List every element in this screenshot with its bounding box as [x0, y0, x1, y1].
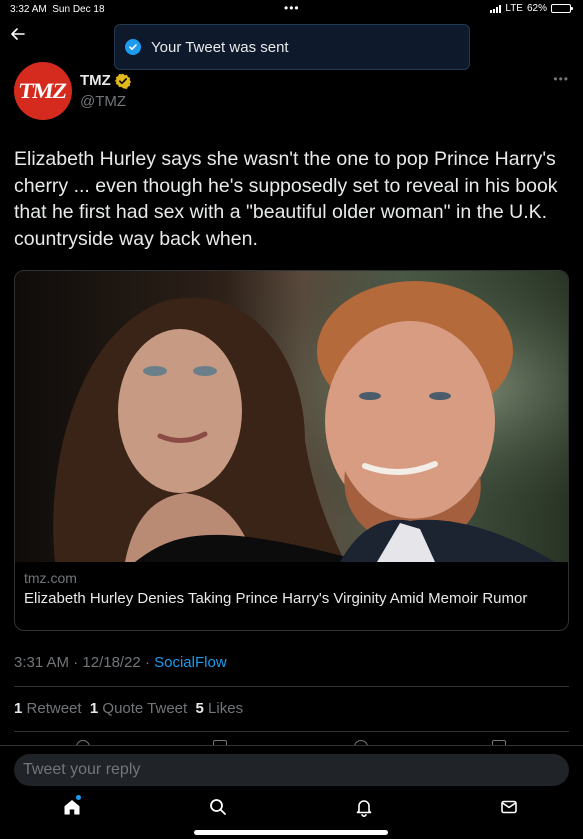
status-indicators: LTE 62%	[490, 3, 573, 14]
home-notification-dot	[76, 795, 81, 800]
quote-stat[interactable]: 1 Quote Tweet	[90, 700, 187, 717]
reply-bar: Tweet your reply	[0, 745, 583, 839]
status-bar: 3:32 AM Sun Dec 18 ••• LTE 62%	[0, 0, 583, 18]
author-name[interactable]: TMZ	[80, 72, 131, 89]
network-label: LTE	[505, 3, 523, 14]
avatar[interactable]: TMZ	[14, 62, 72, 120]
link-card[interactable]: tmz.com Elizabeth Hurley Denies Taking P…	[14, 270, 569, 631]
status-time: 3:32 AM Sun Dec 18	[10, 4, 105, 15]
check-circle-icon	[125, 39, 141, 55]
avatar-logo: TMZ	[17, 78, 69, 103]
card-title[interactable]: Elizabeth Hurley Denies Taking Prince Ha…	[24, 589, 554, 608]
card-photo	[15, 271, 568, 562]
divider	[14, 686, 569, 687]
home-indicator[interactable]	[194, 830, 388, 835]
tweet-timestamp: 3:31 AM · 12/18/22 · SocialFlow	[14, 654, 227, 671]
signal-icon	[490, 4, 502, 13]
battery-icon	[551, 4, 573, 13]
tweet-text: Elizabeth Hurley says she wasn't the one…	[14, 148, 558, 250]
tweet-date[interactable]: 12/18/22	[82, 654, 140, 671]
author-handle[interactable]: @TMZ	[80, 93, 126, 110]
notifications-icon[interactable]	[354, 797, 374, 817]
card-domain: tmz.com	[24, 570, 77, 586]
display-name[interactable]: TMZ	[80, 72, 111, 89]
toast-message: Your Tweet was sent	[151, 38, 289, 56]
search-icon[interactable]	[208, 797, 228, 817]
engagement-stats: 1 Retweet 1 Quote Tweet 5 Likes	[14, 700, 243, 717]
more-options-icon[interactable]: •••	[553, 72, 569, 86]
multitasking-dots-icon[interactable]: •••	[284, 1, 300, 15]
tweet-time[interactable]: 3:31 AM	[14, 654, 69, 671]
reply-input[interactable]: Tweet your reply	[14, 754, 569, 786]
card-image[interactable]	[15, 271, 568, 562]
likes-stat[interactable]: 5 Likes	[196, 700, 244, 717]
back-arrow-icon[interactable]	[8, 24, 28, 44]
tweet-source[interactable]: SocialFlow	[154, 654, 227, 671]
divider	[14, 731, 569, 732]
messages-icon[interactable]	[499, 797, 519, 817]
battery-label: 62%	[526, 3, 547, 14]
toast-notification: Your Tweet was sent	[114, 24, 470, 70]
home-icon[interactable]	[62, 797, 82, 817]
verified-badge-icon	[114, 73, 131, 89]
retweet-stat[interactable]: 1 Retweet	[14, 700, 82, 717]
